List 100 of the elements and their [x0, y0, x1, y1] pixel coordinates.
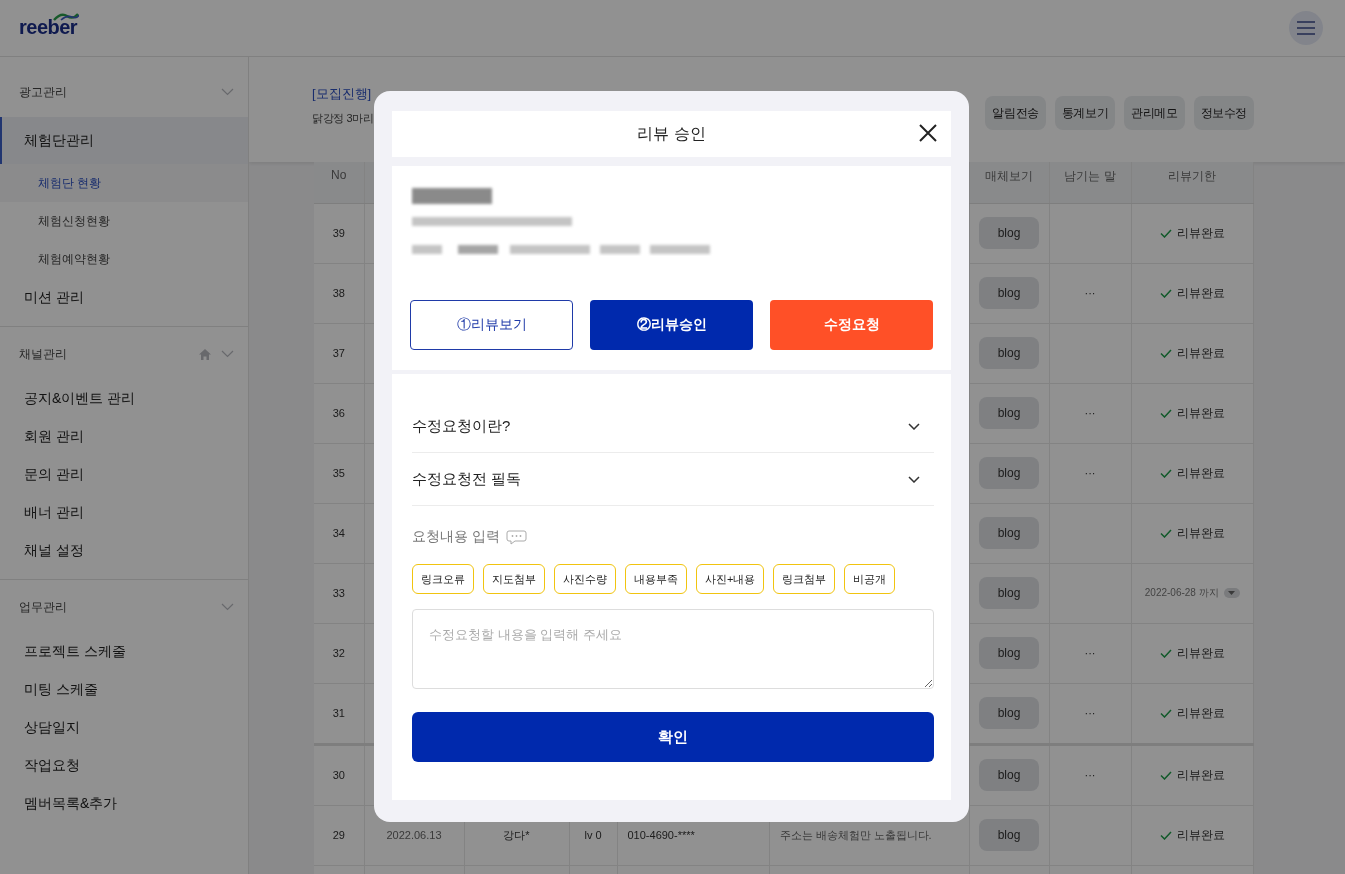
check-icon [1159, 228, 1172, 238]
accordion-header[interactable]: 수정요청이란? [412, 400, 934, 453]
check-icon [1159, 468, 1172, 478]
chevron-down-icon[interactable] [221, 603, 234, 611]
dropdown-button[interactable] [1223, 588, 1240, 598]
table-cell: 33 [314, 563, 364, 623]
nav-subitem[interactable]: 체험신청현황 [0, 202, 248, 240]
review-status: 리뷰완료 [1176, 284, 1225, 302]
chip-button[interactable]: 지도첨부 [483, 564, 545, 594]
close-icon [919, 124, 937, 142]
section-title[interactable]: 업무관리 [19, 598, 67, 616]
column-header: No [314, 162, 364, 203]
nav-item[interactable]: 미션 관리 [0, 278, 248, 316]
table-cell: 39 [314, 203, 364, 263]
dialog-button[interactable]: ①리뷰보기 [410, 300, 573, 350]
chip-button[interactable]: 링크오류 [412, 564, 474, 594]
nav-item[interactable]: 채널 설정 [0, 531, 248, 569]
media-button[interactable]: blog [979, 217, 1039, 249]
table-cell: ··· [1049, 383, 1131, 443]
check-icon [1159, 408, 1172, 418]
review-status: 리뷰완료 [1176, 344, 1225, 362]
action-button[interactable]: 통계보기 [1054, 96, 1116, 130]
media-button[interactable]: blog [979, 577, 1039, 609]
media-button[interactable]: blog [979, 277, 1039, 309]
column-header: 매체보기 [969, 162, 1049, 203]
logo[interactable]: reeber [19, 11, 78, 39]
table-cell: 35 [314, 443, 364, 503]
nav-item[interactable]: 배너 관리 [0, 493, 248, 531]
nav-item[interactable]: 프로젝트 스케줄 [0, 632, 248, 670]
action-button[interactable]: 정보수정 [1193, 96, 1254, 130]
review-status: 리뷰완료 [1176, 224, 1225, 242]
review-status: 리뷰완료 [1176, 826, 1225, 844]
dialog-button[interactable]: ②리뷰승인 [590, 300, 753, 350]
nav-subitem[interactable]: 체험단 현황 [0, 164, 248, 202]
dialog-title: 리뷰 승인 [637, 123, 706, 144]
column-header: 리뷰기한 [1131, 162, 1254, 203]
nav-item[interactable]: 작업요청 [0, 746, 248, 784]
nav-item[interactable]: 멤버목록&추가 [0, 784, 248, 822]
review-status: 리뷰완료 [1176, 766, 1225, 784]
nav-item[interactable]: 회원 관리 [0, 417, 248, 455]
review-status: 리뷰완료 [1176, 704, 1225, 722]
menu-icon [1297, 21, 1315, 35]
check-icon [1159, 528, 1172, 538]
dialog-button[interactable]: 수정요청 [770, 300, 933, 350]
column-header: 남기는 말 [1049, 162, 1131, 203]
media-button[interactable]: blog [979, 637, 1039, 669]
review-status: 리뷰완료 [1176, 644, 1225, 662]
table-cell: ··· [1049, 443, 1131, 503]
section-title[interactable]: 광고관리 [19, 83, 67, 101]
close-button[interactable] [919, 124, 937, 142]
request-textarea[interactable]: 수정요청할 내용을 입력해 주세요 [412, 609, 934, 689]
field-label: 요청내용 입력 [412, 528, 500, 546]
nav-item[interactable]: 상담일지 [0, 708, 248, 746]
check-icon [1159, 770, 1172, 780]
media-button[interactable]: blog [979, 697, 1039, 729]
table-cell: 38 [314, 263, 364, 323]
table-cell: 30 [314, 744, 364, 805]
table-cell: ··· [1049, 263, 1131, 323]
table-cell: 34 [314, 503, 364, 563]
chevron-down-icon[interactable] [221, 350, 234, 358]
wave-icon [53, 11, 80, 21]
nav-item[interactable]: 공지&이벤트 관리 [0, 379, 248, 417]
media-button[interactable]: blog [979, 337, 1039, 369]
nav-item[interactable]: 문의 관리 [0, 455, 248, 493]
menu-button[interactable] [1289, 11, 1323, 45]
chip-button[interactable]: 사진+내용 [696, 564, 765, 594]
check-icon [1159, 830, 1172, 840]
nav-subitem[interactable]: 체험예약현황 [0, 240, 248, 278]
chip-button[interactable]: 내용부족 [625, 564, 687, 594]
accordion-header[interactable]: 수정요청전 필독 [412, 453, 934, 506]
table-cell: 36 [314, 383, 364, 443]
status-label: [모집진행] [312, 85, 373, 103]
nav-item[interactable]: 미팅 스케줄 [0, 670, 248, 708]
check-icon [1159, 288, 1172, 298]
media-button[interactable]: blog [979, 819, 1039, 851]
caret-icon [1228, 591, 1236, 595]
subtitle: 닭강정 3마리 [312, 111, 374, 126]
chevron-down-icon[interactable] [221, 88, 234, 96]
media-button[interactable]: blog [979, 759, 1039, 791]
media-button[interactable]: blog [979, 457, 1039, 489]
media-button[interactable]: blog [979, 397, 1039, 429]
check-icon [1159, 708, 1172, 718]
check-icon [1159, 348, 1172, 358]
table-cell: 29 [314, 805, 364, 865]
chip-button[interactable]: 비공개 [844, 564, 896, 594]
nav-item[interactable]: 체험단관리 [0, 117, 248, 164]
table-cell: 37 [314, 323, 364, 383]
action-button[interactable]: 알림전송 [985, 96, 1046, 130]
table-cell: 32 [314, 623, 364, 683]
section-title[interactable]: 채널관리 [19, 345, 67, 363]
table-cell: ··· [1049, 683, 1131, 744]
check-icon [1159, 648, 1172, 658]
chip-button[interactable]: 사진수량 [554, 564, 616, 594]
table-cell: ··· [1049, 744, 1131, 805]
media-button[interactable]: blog [979, 517, 1039, 549]
chip-button[interactable]: 링크첨부 [773, 564, 836, 594]
review-status: 리뷰완료 [1176, 404, 1225, 422]
deadline-date: 2022-06-28 까지 [1144, 586, 1219, 600]
action-button[interactable]: 관리메모 [1124, 96, 1185, 130]
confirm-button[interactable]: 확인 [412, 712, 934, 762]
